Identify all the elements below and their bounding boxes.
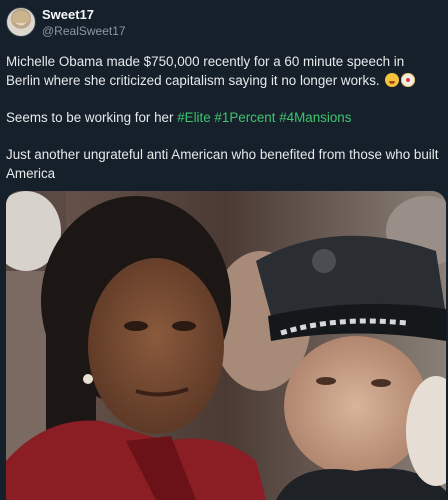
- winking-tongue-face-icon: [385, 73, 400, 87]
- author-display-name[interactable]: Sweet17: [42, 7, 94, 22]
- tweet-paragraph: Just another ungrateful anti American wh…: [6, 145, 442, 183]
- hashtag-1percent[interactable]: #1Percent: [214, 110, 275, 125]
- tweet-body: Michelle Obama made $750,000 recently fo…: [6, 52, 442, 201]
- hashtag-4mansions[interactable]: #4Mansions: [279, 110, 351, 125]
- photo-illustration: [6, 191, 446, 500]
- clown-face-icon: [401, 73, 416, 87]
- tweet-card: Sweet17 @RealSweet17 Michelle Obama made…: [0, 0, 448, 500]
- hashtag-elite[interactable]: #Elite: [177, 110, 211, 125]
- tweet-paragraph-text: Just another ungrateful anti American wh…: [6, 147, 439, 181]
- avatar-hair: [12, 11, 30, 23]
- tweet-media-image[interactable]: [6, 191, 446, 500]
- tweet-header: Sweet17 @RealSweet17: [0, 0, 448, 44]
- tweet-paragraph-text: Seems to be working for her: [6, 110, 178, 125]
- tweet-paragraph: Seems to be working for her #Elite #1Per…: [6, 108, 442, 127]
- author-handle[interactable]: @RealSweet17: [42, 24, 126, 38]
- tweet-paragraph: Michelle Obama made $750,000 recently fo…: [6, 52, 442, 90]
- avatar[interactable]: [6, 7, 36, 37]
- tweet-paragraph-text: Michelle Obama made $750,000 recently fo…: [6, 54, 405, 88]
